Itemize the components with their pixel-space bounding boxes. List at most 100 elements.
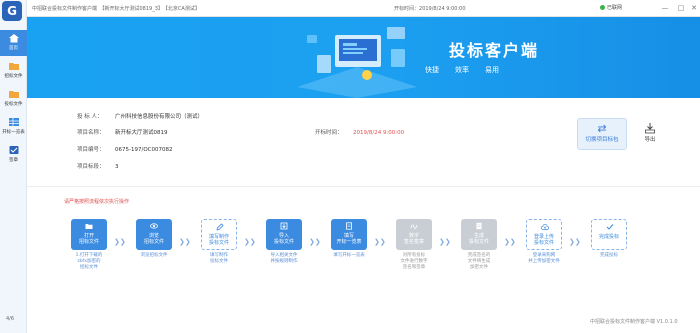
open-time-row: 开标时间： 2019/8/24 9:00:00 bbox=[315, 128, 404, 136]
step-digital-signature[interactable]: 数字 签名签章 对所有投标 文件进行数字 签名和签章 bbox=[392, 219, 436, 271]
step-label: 完成投标 bbox=[598, 234, 619, 240]
export-icon bbox=[645, 123, 655, 134]
step-import-bid-file[interactable]: 导入 投标文件 导入相关文件 并按规则制作 bbox=[262, 219, 306, 265]
step-label: 投标文件 bbox=[468, 239, 489, 245]
step-description: 填写制作 投标文件 bbox=[197, 253, 241, 265]
step-label: 招标文件 bbox=[143, 239, 164, 245]
sidebar-item-tender-file[interactable]: 招标文件 bbox=[0, 58, 27, 84]
step-box: 完成投标 bbox=[591, 219, 627, 250]
checkmark-icon bbox=[606, 224, 614, 230]
project-section-value: 3 bbox=[115, 164, 119, 170]
section-divider bbox=[27, 186, 700, 187]
sidebar-item-label: 投标文件 bbox=[4, 102, 23, 107]
stamp-icon bbox=[9, 146, 18, 154]
import-icon bbox=[280, 222, 288, 230]
step-description-line: 并按规则制作 bbox=[270, 259, 298, 264]
step-open-tender-file[interactable]: 打开 招标文件 1.打开下载的 zbfx加密的 招标文件 bbox=[67, 219, 111, 271]
title-bar: 中招联合投标文件制作客户端 【新开标大厅测试0819_3】 【北京CA测试】 开… bbox=[0, 0, 700, 17]
step-description: 完成投标 bbox=[587, 253, 631, 259]
chevron-right-icon: ❯❯ bbox=[504, 238, 516, 246]
edit-icon bbox=[216, 223, 224, 231]
step-box: 填写 开标一览表 bbox=[331, 219, 367, 250]
sidebar-item-label: 开标一览表 bbox=[2, 130, 25, 135]
step-description-line: 完成投标 bbox=[600, 253, 618, 258]
step-label: 招标文件 bbox=[78, 239, 99, 245]
network-status-label: 已联网 bbox=[607, 5, 623, 11]
network-status: 已联网 bbox=[600, 4, 622, 11]
step-description-line: 并上传加密文件 bbox=[528, 259, 560, 264]
step-description: 登录采购网 并上传加密文件 bbox=[522, 253, 566, 265]
tagline: 效率 bbox=[455, 66, 469, 74]
step-description: 浏览招标文件 bbox=[132, 253, 176, 259]
window-title: 中招联合投标文件制作客户端 【新开标大厅测试0819_3】 【北京CA测试】 bbox=[32, 6, 200, 12]
step-label: 投标文件 bbox=[533, 240, 554, 246]
switch-package-button[interactable]: ⇄ 切换项目标包 bbox=[577, 118, 627, 150]
step-box: 数字 签名签章 bbox=[396, 219, 432, 250]
project-section-row: 项目标段： 3 bbox=[77, 162, 119, 170]
tagline: 快捷 bbox=[425, 66, 439, 74]
step-description: 对所有投标 文件进行数字 签名和签章 bbox=[392, 253, 436, 271]
step-fill-bid-file[interactable]: 填写制作 投标文件 填写制作 投标文件 bbox=[197, 219, 241, 265]
step-complete-bid[interactable]: 完成投标 完成投标 bbox=[587, 219, 631, 259]
sidebar-item-home[interactable]: 首页 bbox=[0, 30, 27, 56]
online-indicator-icon bbox=[600, 5, 605, 10]
step-description: 1.打开下载的 zbfx加密的 招标文件 bbox=[67, 253, 111, 271]
document-icon bbox=[346, 222, 352, 230]
project-section-label: 项目标段： bbox=[77, 164, 105, 170]
app-logo: G bbox=[2, 1, 22, 21]
minimize-icon[interactable]: — bbox=[660, 3, 670, 13]
step-label: 开标一览表 bbox=[336, 239, 362, 245]
eye-icon bbox=[150, 223, 158, 229]
sidebar-item-signature[interactable]: 签章 bbox=[0, 142, 27, 168]
bidder-label: 投 标 人： bbox=[77, 114, 103, 120]
table-icon bbox=[8, 118, 19, 126]
folder-icon bbox=[8, 63, 19, 70]
step-fill-opening-table[interactable]: 填写 开标一览表 填写开标一览表 bbox=[327, 219, 371, 259]
step-box: 生成 投标文件 bbox=[461, 219, 497, 250]
version-footer: 中招联合投标文件制作客户端 V1.0.1.0 bbox=[590, 319, 678, 325]
maximize-icon[interactable]: □ bbox=[676, 3, 686, 13]
step-generate-bid-file[interactable]: 生成 投标文件 完成签名的 文件将生成 加密文件 bbox=[457, 219, 501, 271]
chevron-right-icon: ❯❯ bbox=[569, 238, 581, 246]
chevron-right-icon: ❯❯ bbox=[114, 238, 126, 246]
step-box: 填写制作 投标文件 bbox=[201, 219, 237, 250]
step-description-line: 投标文件 bbox=[210, 259, 228, 264]
open-time-value: 2019/8/24 9:00:00 bbox=[419, 6, 466, 12]
page-indicator: 4/6 bbox=[6, 316, 15, 322]
close-icon[interactable]: ✕ bbox=[689, 3, 699, 13]
home-icon bbox=[8, 34, 19, 43]
export-button[interactable]: 导出 bbox=[635, 118, 665, 150]
open-time-label: 开标时间： bbox=[315, 130, 343, 136]
step-box: 登录上传 投标文件 bbox=[526, 219, 562, 250]
banner-taglines: 快捷 效率 易用 bbox=[425, 65, 499, 75]
step-browse-tender-file[interactable]: 浏览 招标文件 浏览招标文件 bbox=[132, 219, 176, 259]
step-box: 导入 投标文件 bbox=[266, 219, 302, 250]
workflow-notice: 请严格按照流程依次执行操作 bbox=[64, 199, 130, 205]
sidebar-item-opening-table[interactable]: 开标一览表 bbox=[0, 114, 27, 140]
step-upload-bid-file[interactable]: 登录上传 投标文件 登录采购网 并上传加密文件 bbox=[522, 219, 566, 265]
project-code-value: 0675-197/OC007082 bbox=[115, 147, 173, 153]
step-label: 投标文件 bbox=[208, 240, 229, 246]
cloud-upload-icon bbox=[541, 223, 549, 230]
project-name-row: 项目名称： 新开标大厅测试0819 bbox=[77, 128, 168, 136]
project-name-label: 项目名称： bbox=[77, 130, 105, 136]
step-description-line: 加密文件 bbox=[470, 265, 488, 270]
chevron-right-icon: ❯❯ bbox=[439, 238, 451, 246]
project-code-label: 项目编号： bbox=[77, 147, 105, 153]
sidebar-item-label: 签章 bbox=[9, 158, 18, 163]
sidebar-item-label: 首页 bbox=[9, 46, 18, 51]
bidder-row: 投 标 人： 广州科技信息股份有限公司（测试） bbox=[77, 112, 203, 120]
sidebar-item-bid-file[interactable]: 投标文件 bbox=[0, 86, 27, 112]
bidder-value: 广州科技信息股份有限公司（测试） bbox=[115, 114, 204, 120]
step-description-line: 招标文件 bbox=[80, 265, 98, 270]
step-box: 打开 招标文件 bbox=[71, 219, 107, 250]
step-label: 签名签章 bbox=[403, 239, 424, 245]
step-description: 完成签名的 文件将生成 加密文件 bbox=[457, 253, 501, 271]
step-label: 投标文件 bbox=[273, 239, 294, 245]
step-description-line: 填写开标一览表 bbox=[333, 253, 365, 258]
step-description-line: 浏览招标文件 bbox=[140, 253, 168, 258]
step-box: 浏览 招标文件 bbox=[136, 219, 172, 250]
switch-package-label: 切换项目标包 bbox=[585, 137, 619, 143]
workflow-steps: 打开 招标文件 1.打开下载的 zbfx加密的 招标文件 ❯❯ 浏览 招标文件 浏览… bbox=[27, 205, 700, 315]
project-info-panel: 投 标 人： 广州科技信息股份有限公司（测试） 项目名称： 新开标大厅测试0819 … bbox=[27, 98, 700, 186]
